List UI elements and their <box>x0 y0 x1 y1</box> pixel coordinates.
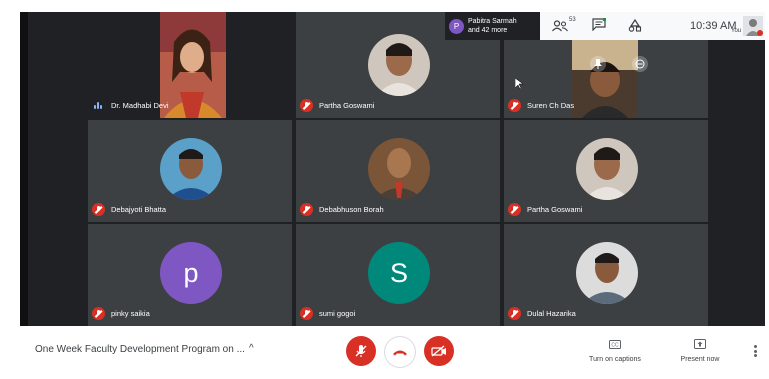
participant-name-row: Debajyoti Bhatta <box>92 203 166 216</box>
activities-icon <box>628 18 642 32</box>
people-button[interactable]: 53 <box>552 17 580 34</box>
svg-text:CC: CC <box>611 343 619 349</box>
captions-button[interactable]: CC Turn on captions <box>583 336 647 363</box>
presenter-name: Pabitra Sarmah <box>468 18 517 25</box>
participant-name: sumi gogoi <box>319 309 356 318</box>
participant-name: pinky saikia <box>111 309 150 318</box>
screenshot-frame: Dr. Madhabi Devi Partha Goswami Suren Ch… <box>0 0 769 379</box>
mouse-cursor-icon <box>515 78 523 89</box>
mic-off-icon <box>300 203 313 216</box>
captions-icon: CC <box>609 340 621 349</box>
presenter-pill[interactable]: P Pabitra Sarmah and 42 more <box>445 12 540 40</box>
mic-off-icon <box>508 99 521 112</box>
camera-toggle-button[interactable] <box>424 336 454 366</box>
mic-off-icon <box>92 203 105 216</box>
hang-up-icon <box>393 350 407 356</box>
participant-name-row: Debabhuson Borah <box>300 203 384 216</box>
participant-initial-avatar: S <box>368 242 430 304</box>
meeting-title[interactable]: One Week Faculty Development Program on … <box>35 344 245 355</box>
clock-time: 10:39 AM <box>690 20 737 32</box>
participant-avatar <box>368 34 430 96</box>
participant-name-row: pinky saikia <box>92 307 150 320</box>
mic-off-icon <box>300 307 313 320</box>
mic-off-icon <box>508 203 521 216</box>
mic-off-icon <box>355 345 367 357</box>
participant-name: Debajyoti Bhatta <box>111 205 167 214</box>
camera-off-icon <box>431 345 446 357</box>
participant-name-row: Suren Ch Das <box>508 99 574 112</box>
participant-tile[interactable]: Dr. Madhabi Devi <box>88 12 292 118</box>
participant-count: 53 <box>569 17 576 23</box>
participant-name: Partha Goswami <box>319 101 375 110</box>
top-toolbar: 53 10:39 AM You <box>540 12 765 40</box>
mic-toggle-button[interactable] <box>346 336 376 366</box>
present-label: Present now <box>680 356 720 363</box>
participant-tile[interactable]: Debabhuson Borah <box>296 120 500 222</box>
participant-name-row: Dr. Madhabi Devi <box>92 99 169 112</box>
presenter-info: Pabitra Sarmah and 42 more <box>468 17 517 35</box>
captions-label: Turn on captions <box>589 356 641 363</box>
self-label: You <box>731 28 742 34</box>
chat-button[interactable] <box>592 17 608 34</box>
remove-icon[interactable] <box>632 56 648 72</box>
presenter-initial-badge: P <box>449 18 464 34</box>
participant-name: Dr. Madhabi Devi <box>111 101 169 110</box>
participant-name-row: sumi gogoi <box>300 307 355 320</box>
participant-avatar <box>160 138 222 200</box>
participant-name: Partha Goswami <box>527 205 583 214</box>
participant-tile[interactable]: Debajyoti Bhatta <box>88 120 292 222</box>
participant-tile[interactable]: p pinky saikia <box>88 224 292 326</box>
bottom-control-bar: One Week Faculty Development Program on … <box>20 326 765 376</box>
meeting-window: Dr. Madhabi Devi Partha Goswami Suren Ch… <box>20 12 765 376</box>
participant-name: Dulal Hazarika <box>527 309 576 318</box>
mic-off-icon <box>508 307 521 320</box>
participant-name-row: Partha Goswami <box>300 99 374 112</box>
participant-name-row: Partha Goswami <box>508 203 582 216</box>
participant-name: Debabhuson Borah <box>319 205 384 214</box>
mic-off-icon <box>92 307 105 320</box>
present-icon <box>694 339 706 349</box>
presenter-others: and 42 more <box>468 27 508 34</box>
participant-avatar <box>576 138 638 200</box>
participant-avatar <box>368 138 430 200</box>
participant-tile[interactable]: S sumi gogoi <box>296 224 500 326</box>
speaking-icon <box>92 99 105 112</box>
mic-off-icon <box>300 99 313 112</box>
activities-button[interactable] <box>628 18 644 35</box>
participant-name: Suren Ch Das <box>527 101 575 110</box>
pin-icon[interactable] <box>590 56 606 72</box>
chevron-up-icon[interactable]: ^ <box>249 343 254 354</box>
present-now-button[interactable]: Present now <box>675 336 725 363</box>
chat-icon <box>592 17 607 32</box>
window-edge <box>20 12 28 376</box>
people-icon <box>552 20 568 32</box>
participant-tile[interactable]: Dulal Hazarika <box>504 224 708 326</box>
participant-avatar <box>576 242 638 304</box>
participant-tile[interactable]: Partha Goswami <box>504 120 708 222</box>
participant-name-row: Dulal Hazarika <box>508 307 576 320</box>
leave-call-button[interactable] <box>384 336 416 368</box>
self-view-icon <box>743 16 763 36</box>
self-view-thumbnail[interactable] <box>743 16 763 36</box>
participant-initial-avatar: p <box>160 242 222 304</box>
more-options-icon[interactable] <box>754 345 757 359</box>
